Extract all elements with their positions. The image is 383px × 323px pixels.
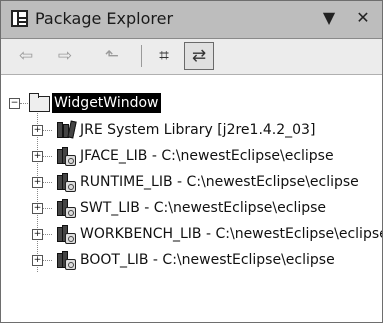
expand-toggle[interactable]: +	[32, 177, 43, 188]
library-label: JRE System Library [j2re1.4.2_03]	[80, 122, 316, 138]
tree-connector	[43, 260, 52, 261]
collapse-toggle[interactable]: −	[9, 98, 20, 109]
tree-item-library[interactable]: + RUNTIME_LIB - C:\newestEclipse\eclipse	[1, 171, 382, 193]
tree-connector	[43, 182, 52, 183]
tree-connector	[43, 130, 52, 131]
library-icon	[56, 225, 76, 244]
library-label: BOOT_LIB - C:\newestEclipse\eclipse	[80, 252, 335, 268]
toolbar-separator	[141, 45, 142, 67]
view-title-bar: Package Explorer ▼ ✕	[1, 1, 382, 39]
back-button[interactable]: ⇦	[15, 44, 37, 68]
expand-toggle[interactable]: +	[32, 203, 43, 214]
view-toolbar: ⇦ ⇨ ⬑ ⌗ ⇄	[1, 39, 382, 75]
library-label: WORKBENCH_LIB - C:\newestEclipse\eclipse	[80, 226, 383, 242]
tree-item-library[interactable]: + JRE System Library [j2re1.4.2_03]	[1, 119, 382, 141]
expand-toggle[interactable]: +	[32, 125, 43, 136]
tree-connector	[20, 103, 28, 104]
tree-item-library[interactable]: + BOOT_LIB - C:\newestEclipse\eclipse	[1, 249, 382, 271]
tree-connector	[43, 234, 52, 235]
link-with-editor-icon: ⇄	[191, 46, 207, 66]
project-tree[interactable]: − WidgetWindow + JRE System Library [j2r…	[1, 75, 382, 322]
expand-toggle[interactable]: +	[32, 229, 43, 240]
tree-item-library[interactable]: + JFACE_LIB - C:\newestEclipse\eclipse	[1, 145, 382, 167]
project-folder-icon	[29, 93, 50, 112]
package-explorer-view: Package Explorer ▼ ✕ ⇦ ⇨ ⬑ ⌗ ⇄ − WidgetW…	[0, 0, 383, 323]
library-icon	[56, 147, 76, 166]
tree-connector	[43, 156, 52, 157]
link-with-editor-button[interactable]: ⇄	[184, 42, 214, 70]
library-icon	[56, 173, 76, 192]
view-menu-button[interactable]: ▼	[319, 8, 339, 27]
library-icon	[56, 199, 76, 218]
tree-item-library[interactable]: + WORKBENCH_LIB - C:\newestEclipse\eclip…	[1, 223, 382, 245]
forward-button[interactable]: ⇨	[54, 44, 76, 68]
expand-toggle[interactable]: +	[32, 255, 43, 266]
package-explorer-icon	[11, 10, 28, 27]
up-button[interactable]: ⬑	[101, 44, 123, 68]
library-icon	[56, 251, 76, 270]
tree-item-library[interactable]: + SWT_LIB - C:\newestEclipse\eclipse	[1, 197, 382, 219]
library-label: JFACE_LIB - C:\newestEclipse\eclipse	[80, 148, 334, 164]
tree-connector	[43, 208, 52, 209]
collapse-all-button[interactable]: ⌗	[151, 44, 177, 68]
view-title: Package Explorer	[35, 9, 174, 28]
library-icon	[56, 120, 77, 139]
project-label: WidgetWindow	[52, 93, 161, 113]
library-label: RUNTIME_LIB - C:\newestEclipse\eclipse	[80, 174, 359, 190]
close-view-button[interactable]: ✕	[353, 8, 373, 27]
expand-toggle[interactable]: +	[32, 151, 43, 162]
tree-item-project[interactable]: − WidgetWindow	[1, 92, 382, 114]
library-label: SWT_LIB - C:\newestEclipse\eclipse	[80, 200, 327, 216]
